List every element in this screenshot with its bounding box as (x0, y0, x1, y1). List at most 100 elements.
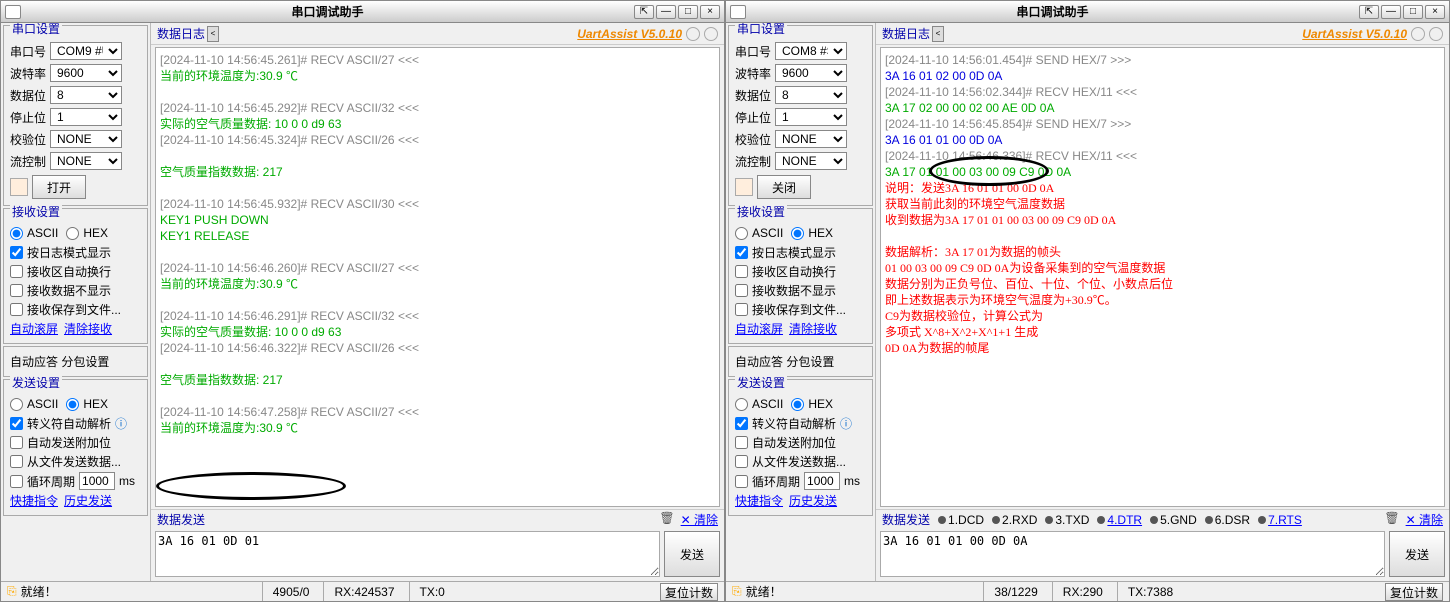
app-icon (730, 5, 746, 19)
port-select-0[interactable]: COM8 #STM (775, 42, 847, 60)
port-select-1[interactable]: 9600 (775, 64, 847, 82)
recv-group-title: 接收设置 (10, 203, 62, 220)
cycle-input[interactable] (804, 472, 840, 490)
minimize-button[interactable]: — (656, 5, 676, 19)
port-select-4[interactable]: NONE (50, 130, 122, 148)
port-select-2[interactable]: 8 (50, 86, 122, 104)
autoresp-label[interactable]: 自动应答 分包设置 (735, 355, 834, 369)
brand-label[interactable]: UartAssist V5.0.10 (1302, 27, 1407, 41)
gem-icon (686, 27, 700, 41)
port-label: 波特率 (735, 65, 771, 82)
send-link[interactable]: 快捷指令 (10, 492, 58, 509)
reset-count-button[interactable]: 复位计数 (660, 583, 718, 601)
maximize-button[interactable]: □ (678, 5, 698, 19)
log-area[interactable]: [2024-11-10 14:56:45.261]# RECV ASCII/27… (155, 47, 720, 507)
recv-link[interactable]: 清除接收 (64, 320, 112, 337)
cycle-chk[interactable]: 循环周期 ms (735, 472, 866, 490)
cycle-input[interactable] (79, 472, 115, 490)
port-label: 串口号 (10, 43, 46, 60)
log-tab-arrow[interactable]: < (207, 26, 219, 42)
send-chk-1[interactable]: 自动发送附加位 (735, 434, 866, 451)
port-iconbtn[interactable] (735, 178, 753, 196)
minimize-button[interactable]: — (1381, 5, 1401, 19)
send-hex-radio[interactable]: HEX (791, 397, 833, 411)
reset-count-button[interactable]: 复位计数 (1385, 583, 1443, 601)
recv-link[interactable]: 自动滚屏 (10, 320, 58, 337)
status-rx: RX:290 (1052, 582, 1113, 601)
port-select-5[interactable]: NONE (50, 152, 122, 170)
recv-link[interactable]: 自动滚屏 (735, 320, 783, 337)
port-select-2[interactable]: 8 (775, 86, 847, 104)
port-select-1[interactable]: 9600 (50, 64, 122, 82)
recv-chk-3[interactable]: 接收保存到文件... (735, 301, 866, 318)
open-button[interactable]: 打开 (32, 175, 86, 199)
recv-chk-2[interactable]: 接收数据不显示 (735, 282, 866, 299)
gem-icon (1411, 27, 1425, 41)
port-select-4[interactable]: NONE (775, 130, 847, 148)
recv-chk-0[interactable]: 按日志模式显示 (735, 244, 866, 261)
recv-chk-3[interactable]: 接收保存到文件... (10, 301, 141, 318)
port-select-3[interactable]: 1 (50, 108, 122, 126)
recv-link[interactable]: 清除接收 (789, 320, 837, 337)
pin-button[interactable]: ⇱ (1359, 5, 1379, 19)
maximize-button[interactable]: □ (1403, 5, 1423, 19)
port-label: 数据位 (10, 87, 46, 104)
send-chk-0[interactable]: 转义符自动解析 ⓘ (735, 415, 866, 432)
port-label: 停止位 (735, 109, 771, 126)
close-button[interactable]: × (1425, 5, 1445, 19)
send-chk-2[interactable]: 从文件发送数据... (10, 453, 141, 470)
send-trash-icon[interactable]: 🗑 (659, 511, 674, 528)
log-area[interactable]: [2024-11-10 14:56:01.454]# SEND HEX/7 >>… (880, 47, 1445, 507)
send-hex-radio[interactable]: HEX (66, 397, 108, 411)
send-chk-1[interactable]: 自动发送附加位 (10, 434, 141, 451)
send-ascii-radio[interactable]: ASCII (10, 397, 58, 411)
autoresp-label[interactable]: 自动应答 分包设置 (10, 355, 109, 369)
send-ascii-radio[interactable]: ASCII (735, 397, 783, 411)
port-group-title: 串口设置 (735, 23, 787, 37)
clear-send[interactable]: ✕ 清除 (1406, 511, 1443, 528)
clear-send[interactable]: ✕ 清除 (681, 511, 718, 528)
send-button[interactable]: 发送 (664, 531, 720, 577)
send-link[interactable]: 历史发送 (64, 492, 112, 509)
recv-chk-1[interactable]: 接收区自动换行 (10, 263, 141, 280)
bell-icon (1429, 27, 1443, 41)
signal-6[interactable]: 7.RTS (1258, 513, 1302, 527)
log-label: 数据日志 (882, 25, 930, 42)
info-icon[interactable]: ⓘ (840, 415, 852, 432)
port-label: 数据位 (735, 87, 771, 104)
recv-hex-radio[interactable]: HEX (791, 226, 833, 240)
pin-button[interactable]: ⇱ (634, 5, 654, 19)
log-tab-arrow[interactable]: < (932, 26, 944, 42)
brand-label[interactable]: UartAssist V5.0.10 (577, 27, 682, 41)
port-iconbtn[interactable] (10, 178, 28, 196)
close-button[interactable]: × (700, 5, 720, 19)
recv-ascii-radio[interactable]: ASCII (735, 226, 783, 240)
recv-ascii-radio[interactable]: ASCII (10, 226, 58, 240)
port-select-3[interactable]: 1 (775, 108, 847, 126)
info-icon[interactable]: ⓘ (115, 415, 127, 432)
send-label: 数据发送 (882, 511, 930, 528)
status-count: 38/1229 (983, 582, 1047, 601)
signal-3[interactable]: 4.DTR (1097, 513, 1142, 527)
open-button[interactable]: 关闭 (757, 175, 811, 199)
port-select-5[interactable]: NONE (775, 152, 847, 170)
recv-chk-1[interactable]: 接收区自动换行 (735, 263, 866, 280)
send-chk-0[interactable]: 转义符自动解析 ⓘ (10, 415, 141, 432)
cycle-chk[interactable]: 循环周期 ms (10, 472, 141, 490)
port-select-0[interactable]: COM9 #US] (50, 42, 122, 60)
send-textarea[interactable]: 3A 16 01 0D 01 (155, 531, 660, 577)
send-label: 数据发送 (157, 511, 205, 528)
signal-2: 3.TXD (1045, 513, 1089, 527)
send-textarea[interactable]: 3A 16 01 01 00 0D 0A (880, 531, 1385, 577)
send-trash-icon[interactable]: 🗑 (1384, 511, 1399, 528)
recv-chk-0[interactable]: 按日志模式显示 (10, 244, 141, 261)
port-label: 流控制 (735, 153, 771, 170)
recv-chk-2[interactable]: 接收数据不显示 (10, 282, 141, 299)
send-link[interactable]: 历史发送 (789, 492, 837, 509)
annotation-ellipse (156, 472, 346, 500)
send-chk-2[interactable]: 从文件发送数据... (735, 453, 866, 470)
send-link[interactable]: 快捷指令 (735, 492, 783, 509)
send-button[interactable]: 发送 (1389, 531, 1445, 577)
signal-1: 2.RXD (992, 513, 1037, 527)
recv-hex-radio[interactable]: HEX (66, 226, 108, 240)
